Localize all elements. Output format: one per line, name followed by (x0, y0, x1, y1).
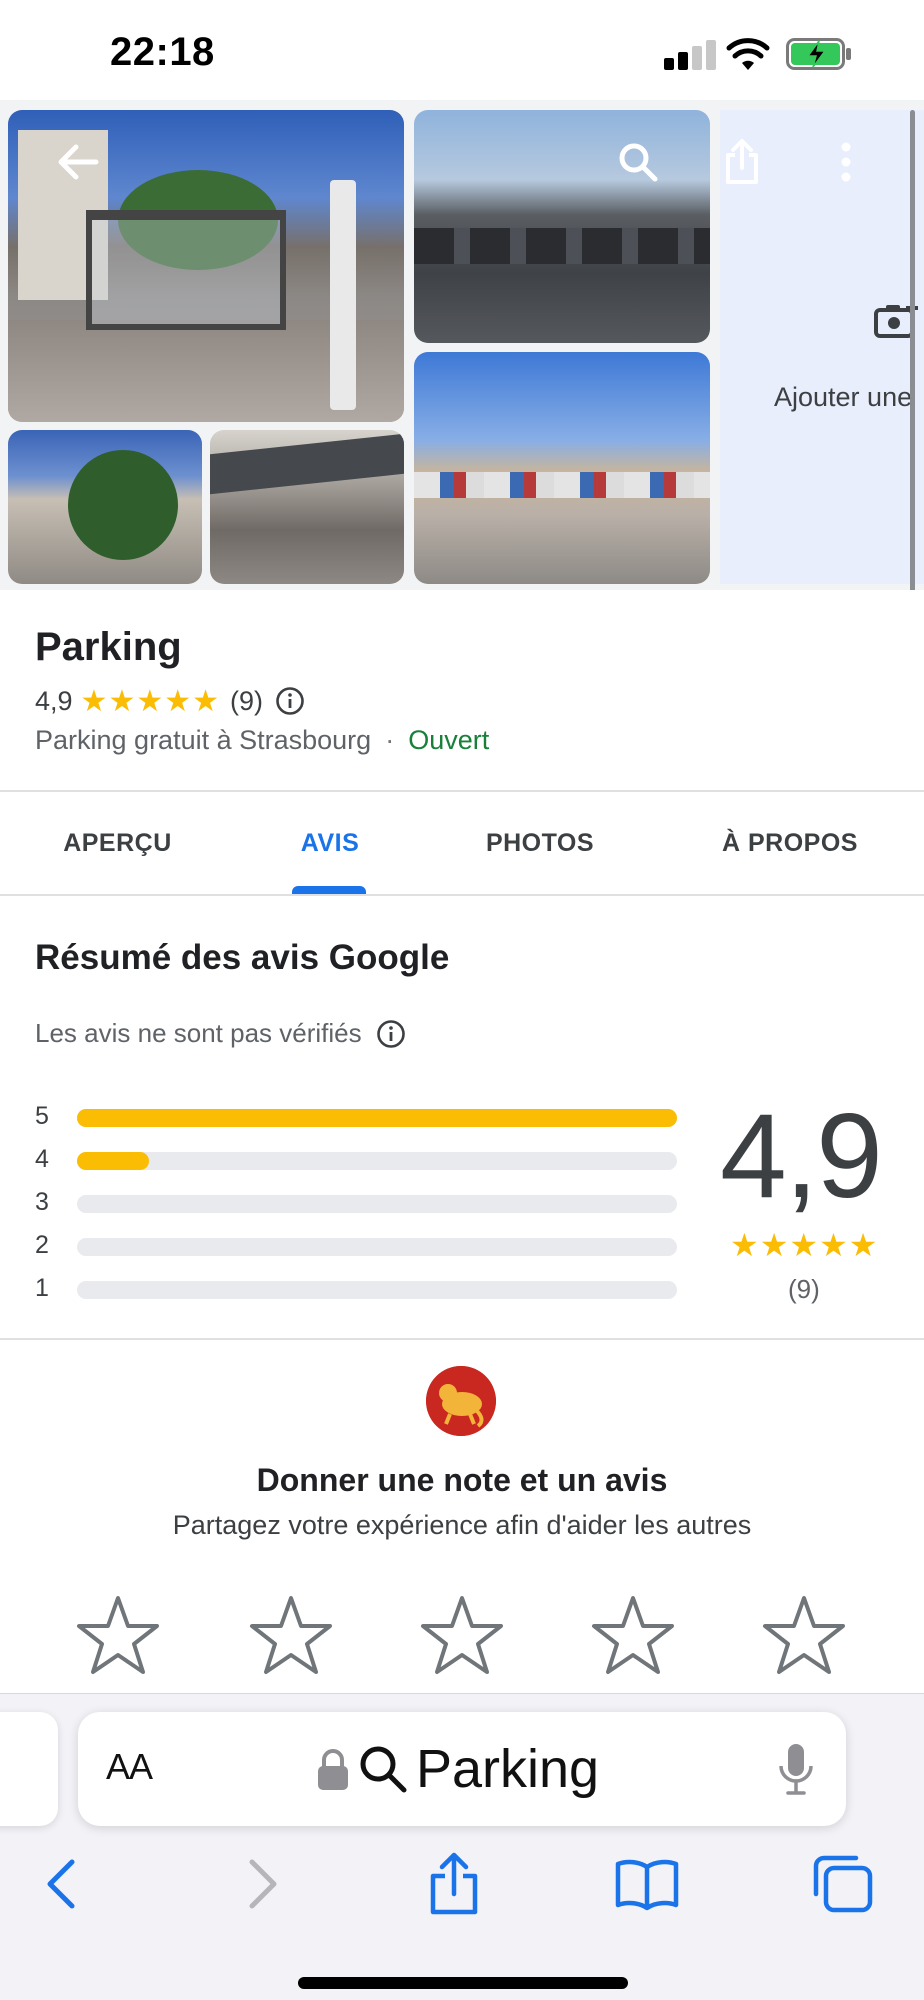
more-vertical-icon (841, 142, 851, 182)
info-icon[interactable] (376, 1019, 406, 1049)
average-review-count: (9) (788, 1274, 820, 1304)
photo-shelter-roof[interactable] (210, 430, 404, 584)
wifi-icon (726, 38, 770, 70)
average-rating-stars: ★★★★★ (730, 1227, 879, 1263)
separator-dot: · (385, 725, 395, 755)
rating-bar-track (77, 1238, 677, 1256)
rate-4-star-icon[interactable] (590, 1594, 676, 1676)
place-title: Parking (35, 625, 182, 669)
battery-charging-icon (786, 38, 851, 70)
status-bar: 22:18 (0, 0, 924, 100)
share-icon (430, 1852, 478, 1915)
place-header: Parking 4,9 ★★★★★ (9) Parking gratuit à … (0, 590, 924, 790)
avatar[interactable] (426, 1366, 496, 1436)
rating-bar-fill (77, 1109, 677, 1127)
arrow-left-icon (58, 144, 99, 180)
rating-bar-track (77, 1109, 677, 1127)
address-field[interactable]: Parking (316, 1734, 599, 1804)
share-icon (726, 139, 758, 184)
write-review-subtitle: Partagez votre expérience afin d'aider l… (172, 1510, 752, 1540)
share-button[interactable] (714, 134, 770, 190)
tab-avis[interactable]: AVIS (260, 792, 400, 894)
rating-bar-4: 4 (35, 1145, 685, 1175)
summary-title: Résumé des avis Google (35, 938, 450, 977)
tab-a-propos[interactable]: À PROPOS (700, 792, 880, 894)
tabs-icon (813, 1855, 873, 1913)
info-icon[interactable] (275, 686, 305, 716)
rating-bar-track (77, 1195, 677, 1213)
cellular-signal-icon (664, 40, 718, 70)
photo-parking-lot-2[interactable] (414, 352, 710, 584)
rating-value: 4,9 (35, 685, 73, 716)
open-status: Ouvert (408, 725, 490, 755)
browser-tabs-button[interactable] (808, 1844, 878, 1924)
rate-2-star-icon[interactable] (248, 1594, 334, 1676)
chevron-left-icon (47, 1859, 75, 1909)
unverified-note[interactable]: Les avis ne sont pas vérifiés (35, 1018, 406, 1049)
active-tab-indicator (292, 886, 366, 894)
rate-5-star-icon[interactable] (761, 1594, 847, 1676)
tab-bar: APERÇU AVIS PHOTOS À PROPOS (0, 790, 924, 896)
place-rating-line[interactable]: 4,9 ★★★★★ (9) (35, 683, 305, 719)
text-size-button[interactable]: AA (106, 1746, 153, 1788)
status-time: 22:18 (110, 30, 215, 74)
place-subline: Parking gratuit à Strasbourg · Ouvert (35, 725, 489, 756)
rating-bar-track (77, 1281, 677, 1299)
bookmarks-book-icon (615, 1859, 679, 1911)
rating-bar-label: 2 (35, 1231, 49, 1259)
rate-1-star-icon[interactable] (75, 1594, 161, 1676)
rating-bar-fill (77, 1152, 149, 1170)
search-icon (360, 1746, 407, 1793)
rating-bar-3: 3 (35, 1188, 685, 1218)
rating-bar-label: 4 (35, 1145, 49, 1173)
rating-bar-label: 5 (35, 1102, 49, 1130)
write-review-title: Donner une note et un avis (256, 1462, 668, 1498)
more-options-button[interactable] (818, 134, 874, 190)
rating-bar-2: 2 (35, 1231, 685, 1261)
rating-bar-track (77, 1152, 677, 1170)
photo-gallery[interactable]: Ajouter une (0, 100, 924, 590)
review-count: (9) (230, 685, 264, 716)
search-button[interactable] (610, 134, 666, 190)
address-text: Parking (416, 1739, 600, 1799)
tab-photos[interactable]: PHOTOS (460, 792, 620, 894)
chevron-right-icon (249, 1859, 277, 1909)
text-size-label: AA (106, 1746, 153, 1787)
add-photo-label: Ajouter une (774, 382, 913, 412)
browser-toolbar: AA Parking (0, 1693, 924, 2000)
address-bar[interactable]: AA Parking (78, 1712, 846, 1826)
back-button[interactable] (50, 134, 106, 190)
microphone-icon[interactable] (778, 1742, 814, 1796)
browser-nav-bar (0, 1844, 924, 1944)
rate-3-star-icon[interactable] (419, 1594, 505, 1676)
browser-share-button[interactable] (419, 1844, 489, 1924)
average-rating: 4,9 (720, 1089, 883, 1223)
browser-bookmarks-button[interactable] (612, 1844, 682, 1924)
lock-icon (318, 1749, 348, 1790)
search-icon (619, 143, 658, 182)
tab-apercu[interactable]: APERÇU (40, 792, 195, 894)
rating-bar-label: 1 (35, 1274, 49, 1302)
rating-stars: ★★★★★ (80, 684, 221, 718)
browser-back-button[interactable] (26, 1844, 96, 1924)
unverified-note-text: Les avis ne sont pas vérifiés (35, 1018, 362, 1048)
browser-forward-button[interactable] (228, 1844, 298, 1924)
photo-street-tree[interactable] (8, 430, 202, 584)
write-review-section: Donner une note et un avis Partagez votr… (0, 1340, 924, 1695)
review-summary: Résumé des avis Google Les avis ne sont … (0, 896, 924, 1340)
home-indicator (298, 1977, 628, 1989)
place-category: Parking gratuit à Strasbourg (35, 725, 372, 755)
previous-tab-preview[interactable] (0, 1712, 58, 1826)
rating-bar-5: 5 (35, 1102, 685, 1132)
rating-bar-1: 1 (35, 1274, 685, 1304)
monkey-avatar-icon (426, 1366, 496, 1436)
rating-bar-label: 3 (35, 1188, 49, 1216)
